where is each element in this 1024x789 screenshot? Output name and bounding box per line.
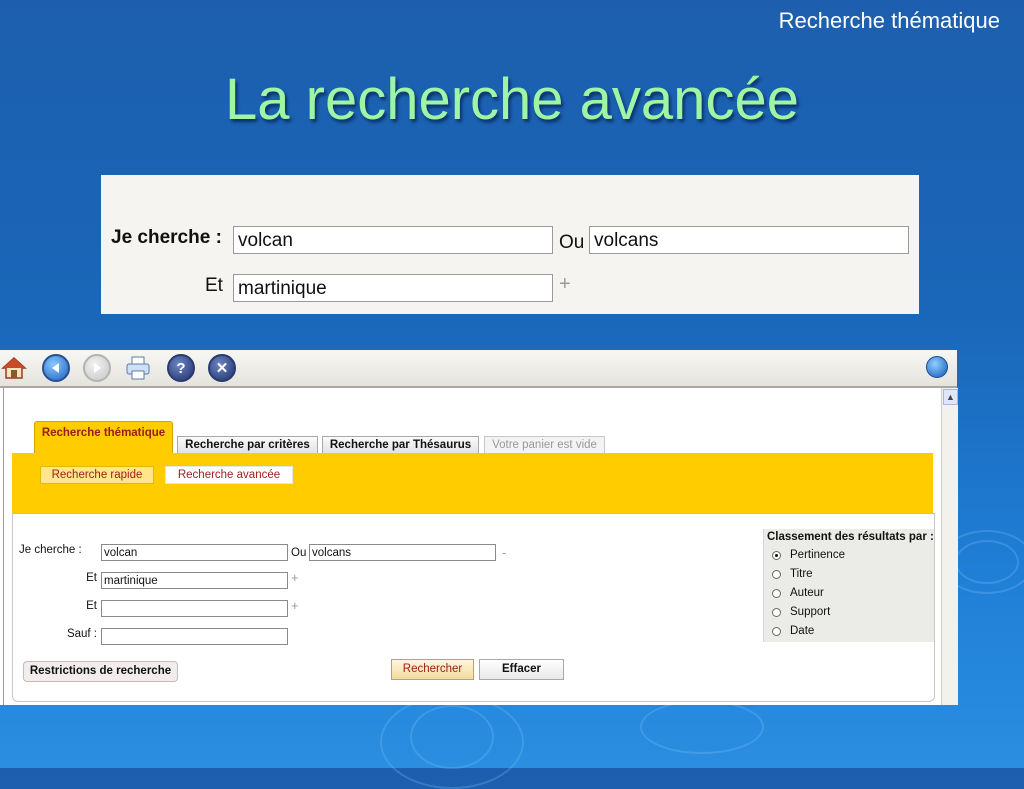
- search-field-4[interactable]: [101, 600, 288, 617]
- search-field-2[interactable]: volcans: [589, 226, 909, 254]
- sort-option-label: Auteur: [790, 587, 824, 599]
- remove-field-minus[interactable]: -: [502, 545, 506, 560]
- help-icon[interactable]: ?: [167, 354, 195, 382]
- radio-button[interactable]: [772, 569, 781, 579]
- globe-icon[interactable]: [926, 356, 948, 378]
- et-label-1: Et: [86, 572, 97, 584]
- sort-option-auteur[interactable]: Auteur: [772, 587, 824, 599]
- ou-label: Ou: [559, 232, 585, 253]
- add-field-plus[interactable]: +: [559, 273, 571, 296]
- toolbar: ? ✕: [0, 350, 957, 388]
- sort-option-label: Support: [790, 606, 831, 618]
- zoomed-form-panel: Je cherche : volcan Ou volcans Et martin…: [101, 175, 919, 314]
- clear-button[interactable]: Effacer: [479, 659, 564, 680]
- water-ripple-decoration: [380, 695, 524, 789]
- je-cherche-label: Je cherche :: [111, 227, 222, 248]
- print-icon[interactable]: [124, 354, 152, 382]
- radio-button[interactable]: [772, 626, 781, 636]
- subtab-bar: Recherche rapide Recherche avancée: [12, 453, 933, 513]
- et-label-2: Et: [86, 600, 97, 612]
- subtab-recherche-rapide[interactable]: Recherche rapide: [40, 466, 154, 484]
- slide-title: La recherche avancée: [225, 67, 799, 132]
- subtab-recherche-avancee[interactable]: Recherche avancée: [165, 466, 293, 484]
- sort-title: Classement des résultats par :: [767, 531, 934, 543]
- add-field-plus[interactable]: +: [291, 598, 299, 613]
- app-window: ? ✕ Recherche thématique Recherche par c…: [0, 350, 958, 705]
- sort-option-label: Date: [790, 625, 815, 637]
- sort-option-titre[interactable]: Titre: [772, 568, 813, 580]
- search-button[interactable]: Rechercher: [391, 659, 474, 680]
- restrictions-button[interactable]: Restrictions de recherche: [23, 661, 178, 682]
- search-field-2[interactable]: volcans: [309, 544, 496, 561]
- sauf-label: Sauf :: [66, 628, 97, 640]
- search-field-1[interactable]: volcan: [233, 226, 553, 254]
- water-ripple-decoration: [640, 700, 764, 754]
- close-icon[interactable]: ✕: [208, 354, 236, 382]
- home-icon[interactable]: [0, 354, 28, 382]
- sort-option-support[interactable]: Support: [772, 606, 830, 618]
- forward-icon[interactable]: [83, 354, 111, 382]
- sort-options-panel: Classement des résultats par : Pertinenc…: [763, 529, 934, 642]
- sort-option-label: Pertinence: [790, 549, 845, 561]
- je-cherche-label: Je cherche :: [19, 544, 82, 556]
- search-field-3[interactable]: martinique: [101, 572, 288, 589]
- back-icon[interactable]: [42, 354, 70, 382]
- tab-panier[interactable]: Votre panier est vide: [484, 436, 605, 454]
- tab-recherche-criteres[interactable]: Recherche par critères: [177, 436, 318, 454]
- tab-recherche-thesaurus[interactable]: Recherche par Thésaurus: [322, 436, 479, 454]
- radio-button[interactable]: [772, 550, 781, 560]
- scroll-up-arrow-icon[interactable]: ▲: [943, 389, 958, 405]
- sort-option-date[interactable]: Date: [772, 625, 814, 637]
- add-field-plus[interactable]: +: [291, 570, 299, 585]
- slide-header: Recherche thématique: [778, 8, 1000, 33]
- sort-option-label: Titre: [790, 568, 813, 580]
- exclude-field[interactable]: [101, 628, 288, 645]
- ou-label: Ou: [291, 547, 307, 559]
- sort-option-pertinence[interactable]: Pertinence: [772, 549, 845, 561]
- vertical-scrollbar[interactable]: ▲: [941, 388, 958, 705]
- et-label: Et: [205, 275, 223, 296]
- advanced-search-form: Je cherche : volcan Ou volcans - Et mart…: [12, 513, 935, 702]
- radio-button[interactable]: [772, 607, 781, 617]
- tab-recherche-thematique[interactable]: Recherche thématique: [34, 421, 173, 456]
- search-field-3[interactable]: martinique: [233, 274, 553, 302]
- page-content: Recherche thématique Recherche par critè…: [3, 388, 942, 705]
- radio-button[interactable]: [772, 588, 781, 598]
- search-field-1[interactable]: volcan: [101, 544, 288, 561]
